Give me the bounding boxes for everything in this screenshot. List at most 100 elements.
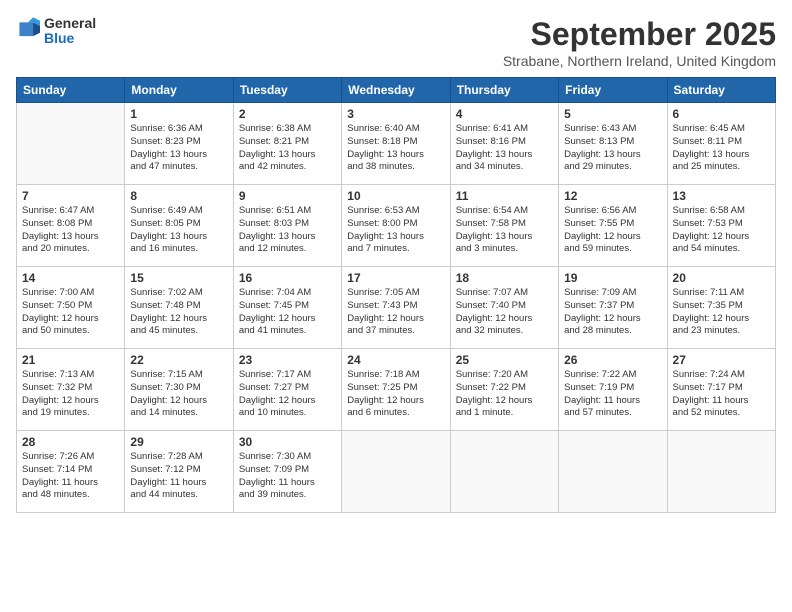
week-row-4: 21Sunrise: 7:13 AM Sunset: 7:32 PM Dayli… bbox=[17, 349, 776, 431]
day-info: Sunrise: 6:38 AM Sunset: 8:21 PM Dayligh… bbox=[239, 123, 336, 174]
day-info: Sunrise: 7:00 AM Sunset: 7:50 PM Dayligh… bbox=[22, 287, 119, 338]
calendar-cell bbox=[450, 431, 558, 513]
day-info: Sunrise: 6:41 AM Sunset: 8:16 PM Dayligh… bbox=[456, 123, 553, 174]
day-number: 20 bbox=[673, 271, 770, 285]
calendar-cell: 9 Sunrise: 6:51 AM Sunset: 8:03 PM Daylig… bbox=[233, 185, 341, 267]
day-number: 11 bbox=[456, 189, 553, 203]
day-info: Sunrise: 7:07 AM Sunset: 7:40 PM Dayligh… bbox=[456, 287, 553, 338]
calendar-cell: 19 Sunrise: 7:09 AM Sunset: 7:37 PM Dayli… bbox=[559, 267, 667, 349]
day-info: Sunrise: 7:09 AM Sunset: 7:37 PM Dayligh… bbox=[564, 287, 661, 338]
day-number: 14 bbox=[22, 271, 119, 285]
calendar-cell: 22Sunrise: 7:15 AM Sunset: 7:30 PM Dayli… bbox=[125, 349, 233, 431]
calendar-cell: 7 Sunrise: 6:47 AM Sunset: 8:08 PM Daylig… bbox=[17, 185, 125, 267]
day-info: Sunrise: 7:26 AM Sunset: 7:14 PM Dayligh… bbox=[22, 451, 119, 502]
calendar-cell: 29 Sunrise: 7:28 AM Sunset: 7:12 PM Dayli… bbox=[125, 431, 233, 513]
calendar-cell: 1Sunrise: 6:36 AM Sunset: 8:23 PM Daylig… bbox=[125, 103, 233, 185]
calendar-cell: 24 Sunrise: 7:18 AM Sunset: 7:25 PM Dayli… bbox=[342, 349, 450, 431]
calendar-cell bbox=[17, 103, 125, 185]
header-wednesday: Wednesday bbox=[342, 78, 450, 103]
day-info: Sunrise: 7:24 AM Sunset: 7:17 PM Dayligh… bbox=[673, 369, 770, 420]
day-number: 2 bbox=[239, 107, 336, 121]
day-info: Sunrise: 6:49 AM Sunset: 8:05 PM Dayligh… bbox=[130, 205, 227, 256]
day-number: 18 bbox=[456, 271, 553, 285]
day-info: Sunrise: 6:36 AM Sunset: 8:23 PM Dayligh… bbox=[130, 123, 227, 174]
day-info: Sunrise: 7:02 AM Sunset: 7:48 PM Dayligh… bbox=[130, 287, 227, 338]
day-info: Sunrise: 7:11 AM Sunset: 7:35 PM Dayligh… bbox=[673, 287, 770, 338]
day-number: 7 bbox=[22, 189, 119, 203]
calendar-header-row: SundayMondayTuesdayWednesdayThursdayFrid… bbox=[17, 78, 776, 103]
day-info: Sunrise: 6:43 AM Sunset: 8:13 PM Dayligh… bbox=[564, 123, 661, 174]
calendar-cell: 20 Sunrise: 7:11 AM Sunset: 7:35 PM Dayli… bbox=[667, 267, 775, 349]
day-number: 4 bbox=[456, 107, 553, 121]
day-info: Sunrise: 6:45 AM Sunset: 8:11 PM Dayligh… bbox=[673, 123, 770, 174]
day-number: 6 bbox=[673, 107, 770, 121]
logo-text: General Blue bbox=[44, 16, 96, 47]
calendar-cell: 6 Sunrise: 6:45 AM Sunset: 8:11 PM Daylig… bbox=[667, 103, 775, 185]
day-number: 22 bbox=[130, 353, 227, 367]
day-info: Sunrise: 7:04 AM Sunset: 7:45 PM Dayligh… bbox=[239, 287, 336, 338]
day-number: 12 bbox=[564, 189, 661, 203]
day-info: Sunrise: 6:53 AM Sunset: 8:00 PM Dayligh… bbox=[347, 205, 444, 256]
week-row-5: 28 Sunrise: 7:26 AM Sunset: 7:14 PM Dayli… bbox=[17, 431, 776, 513]
calendar-cell: 28 Sunrise: 7:26 AM Sunset: 7:14 PM Dayli… bbox=[17, 431, 125, 513]
day-info: Sunrise: 7:17 AM Sunset: 7:27 PM Dayligh… bbox=[239, 369, 336, 420]
header-sunday: Sunday bbox=[17, 78, 125, 103]
day-number: 23 bbox=[239, 353, 336, 367]
day-info: Sunrise: 6:51 AM Sunset: 8:03 PM Dayligh… bbox=[239, 205, 336, 256]
day-number: 27 bbox=[673, 353, 770, 367]
day-number: 24 bbox=[347, 353, 444, 367]
calendar-cell: 13Sunrise: 6:58 AM Sunset: 7:53 PM Dayli… bbox=[667, 185, 775, 267]
day-number: 29 bbox=[130, 435, 227, 449]
logo-blue: Blue bbox=[44, 31, 96, 46]
day-info: Sunrise: 7:18 AM Sunset: 7:25 PM Dayligh… bbox=[347, 369, 444, 420]
day-number: 25 bbox=[456, 353, 553, 367]
calendar-cell: 30Sunrise: 7:30 AM Sunset: 7:09 PM Dayli… bbox=[233, 431, 341, 513]
month-title: September 2025 bbox=[503, 16, 776, 53]
day-number: 8 bbox=[130, 189, 227, 203]
day-number: 9 bbox=[239, 189, 336, 203]
day-number: 21 bbox=[22, 353, 119, 367]
calendar-cell: 21Sunrise: 7:13 AM Sunset: 7:32 PM Dayli… bbox=[17, 349, 125, 431]
day-number: 10 bbox=[347, 189, 444, 203]
day-info: Sunrise: 6:54 AM Sunset: 7:58 PM Dayligh… bbox=[456, 205, 553, 256]
day-number: 30 bbox=[239, 435, 336, 449]
location-subtitle: Strabane, Northern Ireland, United Kingd… bbox=[503, 53, 776, 69]
day-info: Sunrise: 7:22 AM Sunset: 7:19 PM Dayligh… bbox=[564, 369, 661, 420]
day-number: 26 bbox=[564, 353, 661, 367]
day-info: Sunrise: 7:20 AM Sunset: 7:22 PM Dayligh… bbox=[456, 369, 553, 420]
day-number: 15 bbox=[130, 271, 227, 285]
calendar-cell: 17Sunrise: 7:05 AM Sunset: 7:43 PM Dayli… bbox=[342, 267, 450, 349]
header-saturday: Saturday bbox=[667, 78, 775, 103]
calendar-cell: 15 Sunrise: 7:02 AM Sunset: 7:48 PM Dayli… bbox=[125, 267, 233, 349]
calendar-cell: 12 Sunrise: 6:56 AM Sunset: 7:55 PM Dayli… bbox=[559, 185, 667, 267]
day-info: Sunrise: 6:40 AM Sunset: 8:18 PM Dayligh… bbox=[347, 123, 444, 174]
day-info: Sunrise: 6:47 AM Sunset: 8:08 PM Dayligh… bbox=[22, 205, 119, 256]
day-number: 17 bbox=[347, 271, 444, 285]
title-area: September 2025 Strabane, Northern Irelan… bbox=[503, 16, 776, 69]
week-row-2: 7 Sunrise: 6:47 AM Sunset: 8:08 PM Daylig… bbox=[17, 185, 776, 267]
day-number: 28 bbox=[22, 435, 119, 449]
calendar-cell: 18 Sunrise: 7:07 AM Sunset: 7:40 PM Dayli… bbox=[450, 267, 558, 349]
calendar-table: SundayMondayTuesdayWednesdayThursdayFrid… bbox=[16, 77, 776, 513]
day-info: Sunrise: 6:58 AM Sunset: 7:53 PM Dayligh… bbox=[673, 205, 770, 256]
calendar-cell: 26 Sunrise: 7:22 AM Sunset: 7:19 PM Dayli… bbox=[559, 349, 667, 431]
calendar-cell: 3 Sunrise: 6:40 AM Sunset: 8:18 PM Daylig… bbox=[342, 103, 450, 185]
week-row-1: 1Sunrise: 6:36 AM Sunset: 8:23 PM Daylig… bbox=[17, 103, 776, 185]
calendar-cell: 2 Sunrise: 6:38 AM Sunset: 8:21 PM Daylig… bbox=[233, 103, 341, 185]
logo-general: General bbox=[44, 16, 96, 31]
day-info: Sunrise: 7:28 AM Sunset: 7:12 PM Dayligh… bbox=[130, 451, 227, 502]
logo: General Blue bbox=[16, 16, 96, 47]
day-number: 16 bbox=[239, 271, 336, 285]
calendar-cell: 23 Sunrise: 7:17 AM Sunset: 7:27 PM Dayli… bbox=[233, 349, 341, 431]
header-tuesday: Tuesday bbox=[233, 78, 341, 103]
day-number: 19 bbox=[564, 271, 661, 285]
calendar-cell: 27 Sunrise: 7:24 AM Sunset: 7:17 PM Dayli… bbox=[667, 349, 775, 431]
day-number: 3 bbox=[347, 107, 444, 121]
week-row-3: 14 Sunrise: 7:00 AM Sunset: 7:50 PM Dayli… bbox=[17, 267, 776, 349]
header-thursday: Thursday bbox=[450, 78, 558, 103]
calendar-cell: 25 Sunrise: 7:20 AM Sunset: 7:22 PM Dayli… bbox=[450, 349, 558, 431]
header-friday: Friday bbox=[559, 78, 667, 103]
calendar-cell: 4 Sunrise: 6:41 AM Sunset: 8:16 PM Daylig… bbox=[450, 103, 558, 185]
day-info: Sunrise: 6:56 AM Sunset: 7:55 PM Dayligh… bbox=[564, 205, 661, 256]
calendar-cell: 8 Sunrise: 6:49 AM Sunset: 8:05 PM Daylig… bbox=[125, 185, 233, 267]
